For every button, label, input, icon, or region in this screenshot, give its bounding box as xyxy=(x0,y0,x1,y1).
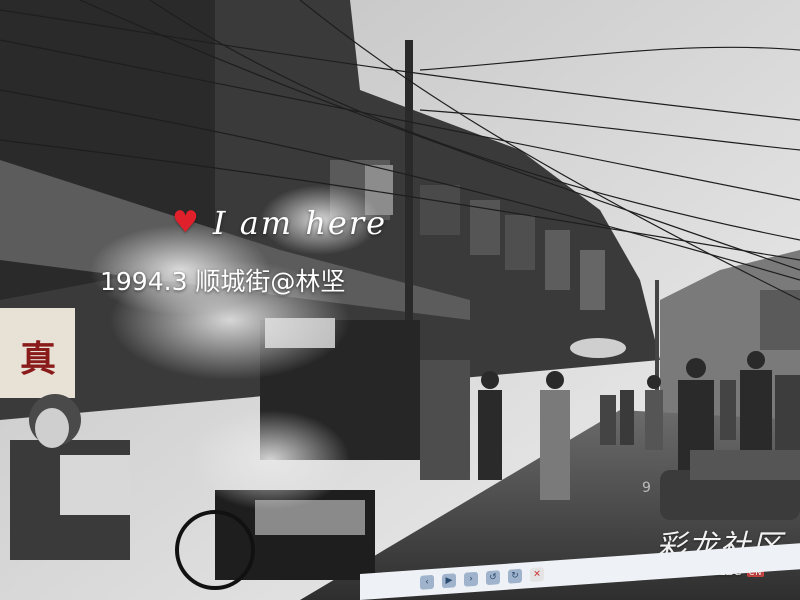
photo-viewer: 9 真 ♥ I am here 1994.3 顺城街@林坚 彩龙社区 WWW.C… xyxy=(0,0,800,600)
rotate-right-icon[interactable]: ↻ xyxy=(508,568,522,584)
heart-icon: ♥ xyxy=(172,205,199,240)
prev-icon[interactable]: ‹ xyxy=(420,574,434,590)
svg-text:9: 9 xyxy=(642,480,651,496)
date-location-caption: 1994.3 顺城街@林坚 xyxy=(100,267,346,296)
caption: ♥ I am here xyxy=(172,204,387,242)
shop-sign-character: 真 xyxy=(19,338,56,380)
next-icon[interactable]: › xyxy=(464,571,478,587)
caption-script: I am here xyxy=(212,204,388,242)
rotate-left-icon[interactable]: ↺ xyxy=(486,570,500,586)
close-icon[interactable]: ✕ xyxy=(530,567,544,583)
street-photo: 9 xyxy=(0,0,800,600)
play-icon[interactable]: ▶ xyxy=(442,573,456,589)
